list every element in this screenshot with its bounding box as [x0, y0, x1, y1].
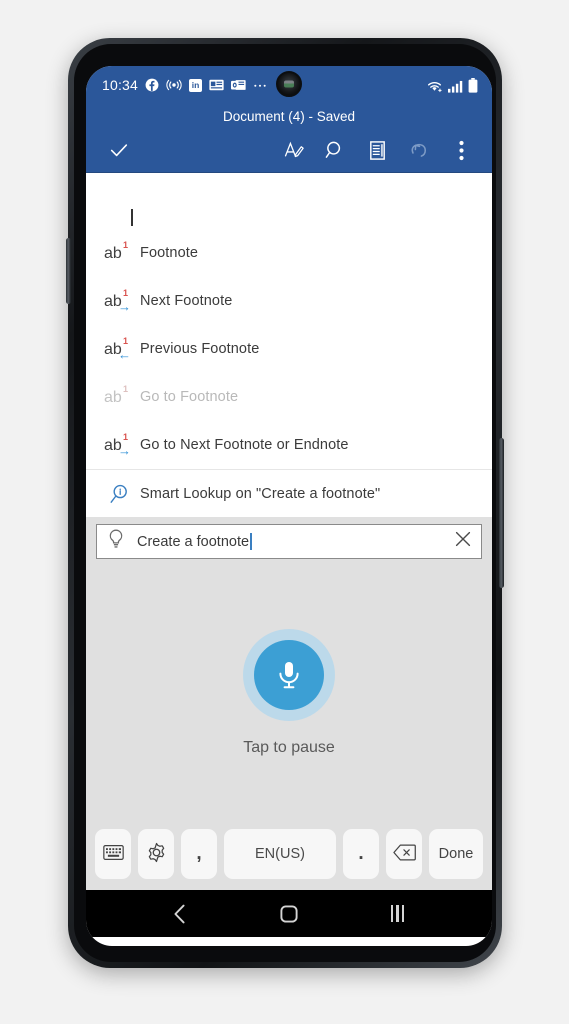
- document-title-bar: Document (4) - Saved: [86, 104, 492, 128]
- device-inner-bezel: 10:34 in Document (4) - Saved ab 1 Footn…: [74, 44, 496, 962]
- front-camera: [276, 71, 302, 97]
- smart-lookup-icon: [98, 482, 140, 506]
- gear-icon: [146, 842, 167, 866]
- menu-item-label: Next Footnote: [140, 293, 233, 309]
- phone-device-frame: 10:34 in Document (4) - Saved ab 1 Footn…: [66, 38, 504, 968]
- page-title: Document (4) - Saved: [222, 108, 356, 124]
- backspace-key[interactable]: [386, 829, 422, 879]
- menu-item-label: Go to Footnote: [140, 389, 239, 405]
- search-icon[interactable]: [318, 133, 352, 167]
- battery-icon: [468, 77, 478, 93]
- volume-button[interactable]: [66, 238, 71, 304]
- text-cursor: [131, 209, 133, 226]
- wifi-icon: [426, 79, 443, 93]
- keyboard-switch-key[interactable]: [95, 829, 131, 879]
- lightbulb-icon: [106, 528, 126, 555]
- arrow-right-icon: →: [118, 443, 131, 458]
- menu-item-go-to-footnote: ab 1 Go to Footnote: [86, 373, 492, 421]
- settings-key[interactable]: [138, 829, 174, 879]
- linkedin-icon: in: [189, 78, 203, 92]
- comma-key[interactable]: ,: [181, 829, 217, 879]
- power-button[interactable]: [499, 438, 504, 588]
- space-key[interactable]: EN(US): [224, 829, 336, 879]
- overflow-menu-icon[interactable]: [444, 133, 478, 167]
- camera-lens: [284, 80, 294, 88]
- status-bar-left: 10:34 in: [102, 77, 267, 93]
- search-caret: [250, 533, 252, 550]
- document-canvas[interactable]: [86, 172, 492, 229]
- home-icon[interactable]: [267, 896, 311, 932]
- tell-me-search-row: Create a footnote: [86, 517, 492, 567]
- menu-item-label: Footnote: [140, 245, 199, 261]
- previous-footnote-icon: ab 1 ←: [104, 336, 131, 362]
- android-nav-bar: [86, 890, 492, 937]
- ink-draw-icon[interactable]: [276, 133, 310, 167]
- dictation-status-text: Tap to pause: [243, 738, 335, 756]
- done-key[interactable]: Done: [429, 829, 483, 879]
- confirm-check-button[interactable]: [102, 133, 136, 167]
- menu-item-footnote[interactable]: ab 1 Footnote: [86, 229, 492, 277]
- toolbar-actions: [276, 133, 478, 167]
- go-to-next-footnote-or-endnote-icon: ab 1 →: [104, 432, 131, 458]
- footnote-icon: ab 1: [104, 240, 129, 262]
- phone-screen: 10:34 in Document (4) - Saved ab 1 Footn…: [86, 66, 492, 946]
- arrow-left-icon: ←: [118, 347, 131, 362]
- next-footnote-icon: ab 1 →: [104, 288, 131, 314]
- microphone-halo: [243, 628, 335, 721]
- arrow-right-icon: →: [118, 299, 131, 314]
- go-to-footnote-icon: ab 1: [104, 384, 129, 406]
- back-icon[interactable]: [158, 896, 202, 932]
- dictation-panel: Tap to pause: [86, 567, 492, 818]
- search-input-wrap[interactable]: Create a footnote: [126, 533, 453, 550]
- microphone-button[interactable]: [254, 639, 324, 710]
- menu-item-previous-footnote[interactable]: ab 1 ← Previous Footnote: [86, 325, 492, 373]
- status-bar: 10:34 in: [86, 66, 492, 104]
- facebook-icon: [145, 78, 159, 92]
- keyboard-toolbar: , EN(US) . Done: [86, 818, 492, 890]
- menu-item-label: Previous Footnote: [140, 341, 260, 357]
- backspace-icon: [392, 844, 416, 864]
- menu-item-label: Smart Lookup on "Create a footnote": [140, 485, 381, 502]
- status-bar-right: [426, 77, 478, 93]
- search-box[interactable]: Create a footnote: [96, 524, 482, 559]
- app-toolbar: [86, 128, 492, 172]
- status-time: 10:34: [102, 77, 139, 93]
- outlook-icon: [231, 79, 246, 91]
- menu-item-smart-lookup[interactable]: Smart Lookup on "Create a footnote": [86, 469, 492, 517]
- tell-me-suggestion-menu: ab 1 Footnote ab 1 → Next Footnote ab 1 …: [86, 229, 492, 517]
- more-notifications-icon: [253, 82, 267, 88]
- period-key[interactable]: .: [343, 829, 379, 879]
- search-input[interactable]: Create a footnote: [137, 534, 249, 550]
- recents-icon[interactable]: [376, 896, 420, 932]
- broadcast-icon: [166, 79, 182, 91]
- keyboard-icon: [102, 845, 124, 863]
- cellular-signal-icon: [448, 80, 463, 93]
- menu-item-go-to-next-footnote-or-endnote[interactable]: ab 1 → Go to Next Footnote or Endnote: [86, 421, 492, 469]
- menu-item-label: Go to Next Footnote or Endnote: [140, 437, 349, 453]
- news-card-icon: [209, 79, 224, 91]
- ribbon-layout-icon[interactable]: [360, 133, 394, 167]
- clear-icon[interactable]: [453, 529, 473, 554]
- undo-icon[interactable]: [402, 133, 436, 167]
- menu-item-next-footnote[interactable]: ab 1 → Next Footnote: [86, 277, 492, 325]
